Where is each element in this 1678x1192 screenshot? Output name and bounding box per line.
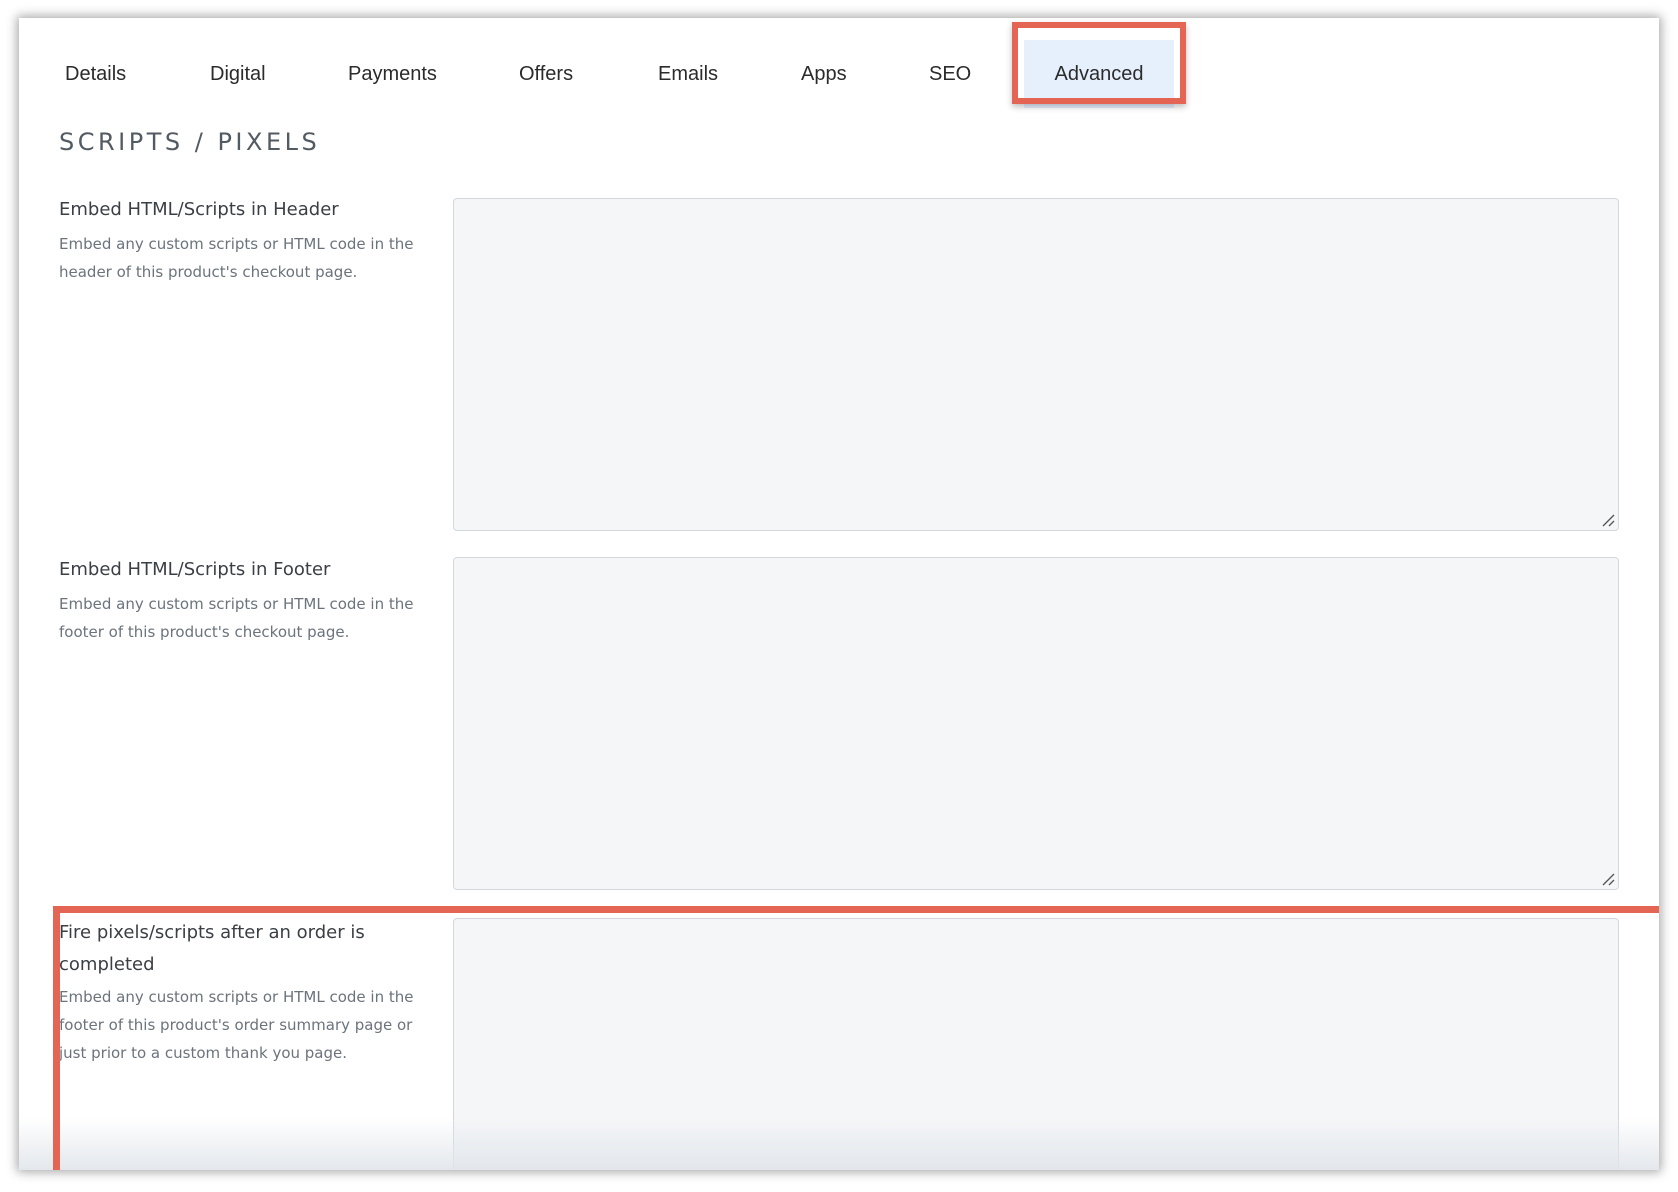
order-completed-scripts-help: Embed any custom scripts or HTML code in… <box>59 988 414 1062</box>
tab-bar: Details Digital Payments Offers Emails A… <box>19 40 1659 108</box>
footer-scripts-label: Embed HTML/Scripts in Footer <box>59 559 331 580</box>
header-scripts-textarea[interactable] <box>453 198 1619 531</box>
order-completed-scripts-label: Fire pixels/scripts after an order is co… <box>59 922 365 975</box>
footer-scripts-help: Embed any custom scripts or HTML code in… <box>59 595 414 641</box>
tab-advanced[interactable]: Advanced <box>1024 40 1174 108</box>
section-title: SCRIPTS / PIXELS <box>59 128 321 156</box>
tab-apps[interactable]: Apps <box>801 40 847 108</box>
resize-grip-icon[interactable] <box>1601 513 1615 527</box>
footer-scripts-textarea[interactable] <box>453 557 1619 890</box>
header-scripts-help: Embed any custom scripts or HTML code in… <box>59 235 414 281</box>
tab-emails[interactable]: Emails <box>658 40 718 108</box>
tab-details[interactable]: Details <box>65 40 126 108</box>
tab-digital[interactable]: Digital <box>210 40 266 108</box>
order-completed-scripts-textarea[interactable] <box>453 918 1619 1170</box>
resize-grip-icon[interactable] <box>1601 872 1615 886</box>
product-settings-panel: Details Digital Payments Offers Emails A… <box>19 18 1659 1170</box>
tab-offers[interactable]: Offers <box>519 40 573 108</box>
tab-seo[interactable]: SEO <box>929 40 971 108</box>
header-scripts-label: Embed HTML/Scripts in Header <box>59 199 339 220</box>
tab-payments[interactable]: Payments <box>348 40 437 108</box>
